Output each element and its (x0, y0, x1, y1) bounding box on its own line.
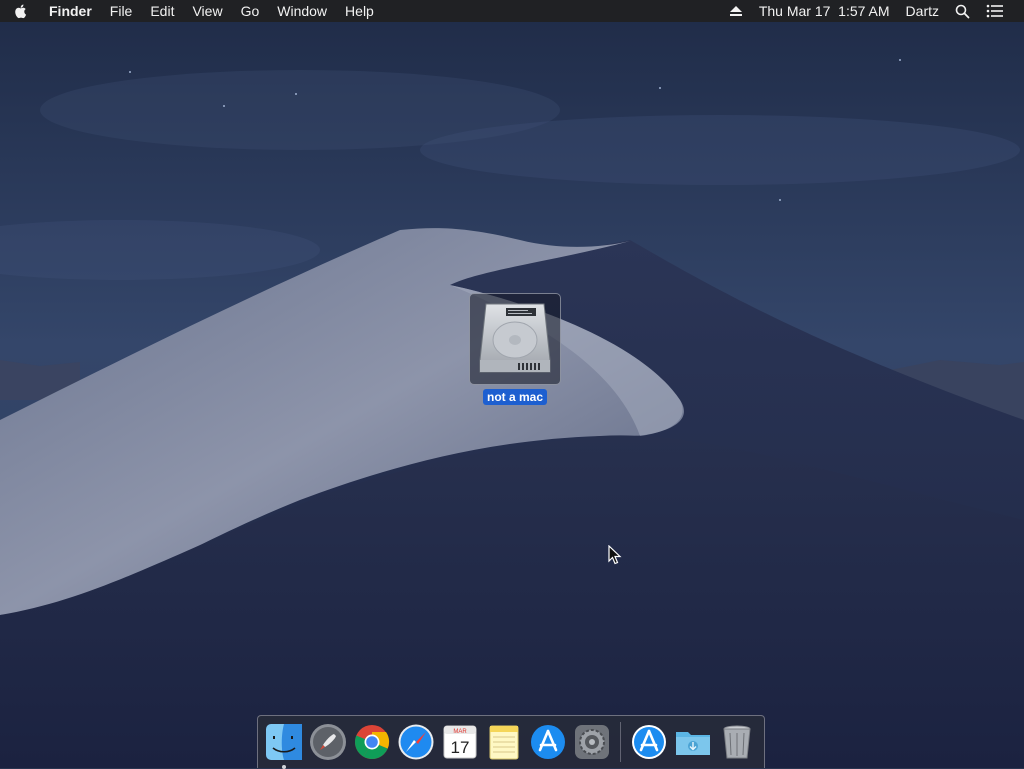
calendar-icon: MAR 17 (443, 725, 477, 759)
dock-app-notes[interactable] (482, 720, 526, 764)
menu-file[interactable]: File (101, 0, 142, 22)
dock-trash[interactable] (715, 720, 759, 764)
eject-icon[interactable] (721, 0, 751, 22)
notification-center-icon[interactable] (978, 0, 1012, 22)
spotlight-search-icon[interactable] (947, 0, 978, 22)
dock: MAR 17 (257, 715, 765, 769)
calendar-month-label: MAR (453, 729, 467, 735)
user-account-menu[interactable]: Dartz (898, 0, 947, 22)
calendar-day-label: 17 (451, 738, 470, 757)
chrome-icon (355, 725, 390, 759)
menubar-clock[interactable]: Thu Mar 17 1:57 AM (751, 0, 898, 22)
dock-app-system-preferences[interactable] (570, 720, 614, 764)
mouse-cursor-icon (608, 544, 622, 570)
launchpad-icon (310, 724, 346, 760)
safari-icon (398, 724, 434, 760)
app-store-stack-icon (632, 725, 666, 759)
desktop-icon-label[interactable]: not a mac (482, 389, 547, 405)
app-store-icon (531, 725, 565, 759)
dock-app-chrome[interactable] (350, 720, 394, 764)
dock-app-safari[interactable] (394, 720, 438, 764)
system-preferences-icon (575, 725, 609, 759)
menu-bar: Finder File Edit View Go Window Help Thu… (0, 0, 1024, 22)
app-menu-finder[interactable]: Finder (40, 0, 101, 22)
running-indicator (282, 765, 286, 769)
apple-menu-icon[interactable] (0, 0, 40, 22)
finder-icon (266, 724, 302, 760)
downloads-folder-icon (676, 732, 710, 755)
menu-go[interactable]: Go (232, 0, 269, 22)
menu-view[interactable]: View (183, 0, 231, 22)
icon-selection-frame (469, 293, 561, 385)
dock-app-calendar[interactable]: MAR 17 (438, 720, 482, 764)
menu-help[interactable]: Help (336, 0, 383, 22)
menu-window[interactable]: Window (268, 0, 336, 22)
dock-app-app-store[interactable] (526, 720, 570, 764)
menu-edit[interactable]: Edit (141, 0, 183, 22)
dock-stack-applications[interactable] (627, 720, 671, 764)
dock-app-launchpad[interactable] (306, 720, 350, 764)
dock-app-finder[interactable] (262, 720, 306, 769)
hard-drive-icon (479, 303, 551, 373)
trash-icon (723, 725, 751, 759)
dock-separator (620, 722, 621, 762)
dock-stack-downloads[interactable] (671, 720, 715, 764)
desktop-icon-hard-drive[interactable]: not a mac (468, 293, 562, 406)
notes-icon (489, 725, 519, 760)
